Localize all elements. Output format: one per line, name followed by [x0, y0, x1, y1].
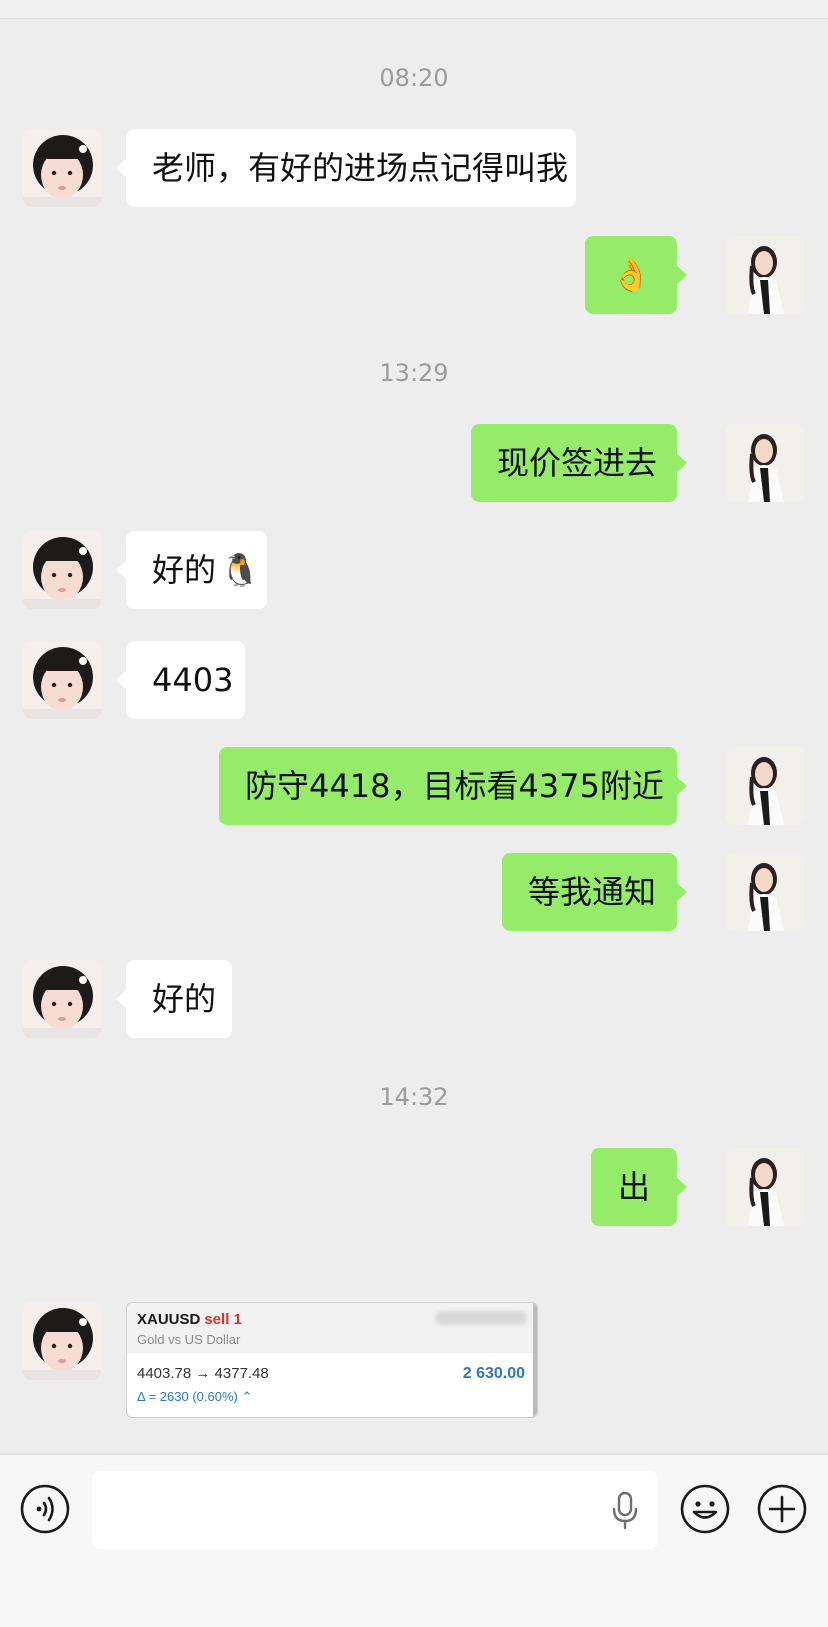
input-bar	[0, 1454, 828, 1627]
my-avatar[interactable]	[726, 236, 804, 314]
trade-delta: Δ = 2630 (0.60%) ⌃	[137, 1389, 253, 1404]
message-text: 好的	[152, 551, 217, 589]
trade-card-header: XAUUSD sell 1 Gold vs US Dollar	[127, 1303, 537, 1353]
message-text: 4403	[152, 661, 234, 699]
contact-avatar[interactable]	[23, 129, 101, 207]
emoji-button[interactable]	[679, 1483, 731, 1535]
my-avatar[interactable]	[726, 1148, 804, 1226]
ok-hand-emoji: 👌	[611, 256, 651, 294]
my-avatar[interactable]	[726, 424, 804, 502]
message-bubble-incoming[interactable]: 老师，有好的进场点记得叫我	[116, 129, 576, 207]
contact-avatar[interactable]	[23, 960, 101, 1038]
woman-avatar-icon	[726, 853, 804, 931]
plus-icon	[757, 1484, 807, 1534]
message-bubble-incoming[interactable]: 4403	[116, 641, 245, 719]
message-text: 老师，有好的进场点记得叫我	[152, 149, 569, 187]
timestamp: 08:20	[379, 64, 449, 92]
chat-area[interactable]: 08:20 老师，有好的进场点记得叫我 👌 13:29 现价签进去 好的 🐧 4…	[0, 0, 828, 1454]
message-bubble-incoming[interactable]: 好的 🐧	[116, 531, 267, 609]
girl-avatar-icon	[23, 641, 101, 719]
message-text: 好的	[152, 980, 217, 1018]
contact-avatar[interactable]	[23, 1302, 101, 1380]
contact-avatar[interactable]	[23, 641, 101, 719]
girl-avatar-icon	[23, 531, 101, 609]
trade-screenshot-message[interactable]: XAUUSD sell 1 Gold vs US Dollar 4403.78 →…	[126, 1302, 538, 1418]
trade-card-body: 4403.78 → 4377.48 2 630.00 Δ = 2630 (0.6…	[127, 1353, 537, 1417]
my-avatar[interactable]	[726, 853, 804, 931]
message-bubble-outgoing[interactable]: 防守4418，目标看4375附近	[219, 747, 687, 825]
blurred-region	[435, 1311, 527, 1325]
trade-profit: 2 630.00	[462, 1365, 525, 1382]
message-text: 等我通知	[528, 873, 657, 911]
more-button[interactable]	[756, 1483, 808, 1535]
trade-description: Gold vs US Dollar	[137, 1332, 241, 1347]
message-input[interactable]	[92, 1471, 658, 1549]
message-bubble-outgoing[interactable]: 现价签进去	[471, 424, 687, 502]
girl-avatar-icon	[23, 960, 101, 1038]
mic-button[interactable]	[610, 1491, 640, 1531]
woman-avatar-icon	[726, 1148, 804, 1226]
timestamp: 13:29	[379, 359, 449, 387]
message-text: 出	[617, 1168, 650, 1206]
message-text: 防守4418，目标看4375附近	[245, 767, 664, 805]
message-bubble-outgoing[interactable]: 👌	[585, 236, 687, 314]
voice-toggle-icon	[20, 1484, 70, 1534]
woman-avatar-icon	[726, 747, 804, 825]
penguin-emoji: 🐧	[220, 551, 260, 589]
trade-prices: 4403.78 → 4377.48	[137, 1365, 269, 1382]
emoji-icon	[680, 1484, 730, 1534]
contact-avatar[interactable]	[23, 531, 101, 609]
message-bubble-incoming[interactable]: 好的	[116, 960, 232, 1038]
message-text: 现价签进去	[497, 444, 658, 482]
voice-toggle-button[interactable]	[19, 1483, 71, 1535]
woman-avatar-icon	[726, 424, 804, 502]
message-bubble-outgoing[interactable]: 出	[591, 1148, 687, 1226]
my-avatar[interactable]	[726, 747, 804, 825]
symbol-text: XAUUSD	[137, 1311, 201, 1328]
message-bubble-outgoing[interactable]: 等我通知	[502, 853, 687, 931]
microphone-icon	[612, 1491, 638, 1530]
woman-avatar-icon	[726, 236, 804, 314]
trade-side: sell 1	[204, 1311, 242, 1328]
trade-symbol: XAUUSD sell 1	[137, 1311, 242, 1328]
top-edge	[0, 0, 828, 19]
girl-avatar-icon	[23, 129, 101, 207]
timestamp: 14:32	[379, 1083, 449, 1111]
girl-avatar-icon	[23, 1302, 101, 1380]
